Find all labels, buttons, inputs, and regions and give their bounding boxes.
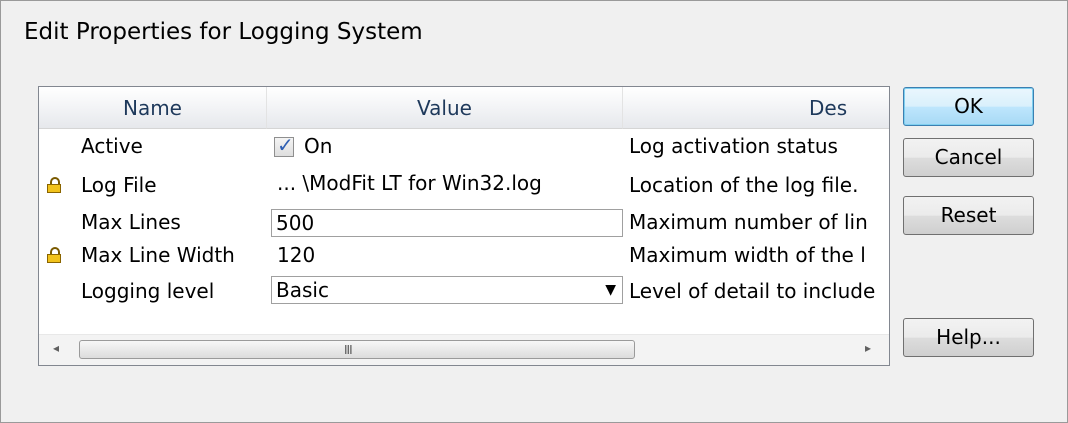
reset-button[interactable]: Reset [903,196,1034,235]
row-active-value: On [304,134,333,158]
column-header-value[interactable]: Value [267,87,623,129]
lock-icon [47,247,61,263]
row-logginglevel-description: Level of detail to include [629,279,876,303]
scrollbar-grip-icon: III [344,343,353,357]
active-checkbox[interactable]: ✓ [274,133,294,157]
row-maxlinewidth-description: Maximum width of the l [629,243,866,267]
horizontal-scrollbar[interactable]: ◂ III ▸ [39,334,889,365]
row-logginglevel-name: Logging level [81,279,215,303]
check-mark-icon: ✓ [277,133,294,157]
row-maxlinewidth-name: Max Line Width [81,243,235,267]
ok-button[interactable]: OK [903,87,1034,126]
property-grid[interactable]: Name Value Des Active ✓ On Log activatio… [38,86,890,366]
dropdown-arrow-icon[interactable]: ▼ [605,277,616,303]
logging-level-selected: Basic [276,278,329,302]
lock-icon [47,177,61,193]
row-active-name: Active [81,134,143,158]
column-header-description[interactable]: Des [623,87,889,129]
row-maxlinewidth-value: 120 [277,243,316,267]
row-active-description: Log activation status [629,134,838,158]
help-button[interactable]: Help... [903,318,1034,357]
dialog-title: Edit Properties for Logging System [24,19,423,45]
scrollbar-thumb[interactable]: III [79,340,635,359]
scroll-left-arrow-icon[interactable]: ◂ [53,341,59,355]
row-maxlines-name: Max Lines [81,210,181,234]
logging-level-combo[interactable]: Basic ▼ [271,276,623,304]
row-maxlines-description: Maximum number of lin [629,210,868,234]
row-logfile-name: Log File [81,173,157,197]
scroll-right-arrow-icon[interactable]: ▸ [865,341,871,355]
dialog-window: Edit Properties for Logging System Name … [0,0,1068,423]
max-lines-input[interactable]: 500 [271,209,623,237]
cancel-button[interactable]: Cancel [903,138,1034,177]
column-header-name[interactable]: Name [39,87,267,129]
row-logfile-value: ... \ModFit LT for Win32.log [277,171,542,195]
row-logfile-description: Location of the log file. [629,173,859,197]
